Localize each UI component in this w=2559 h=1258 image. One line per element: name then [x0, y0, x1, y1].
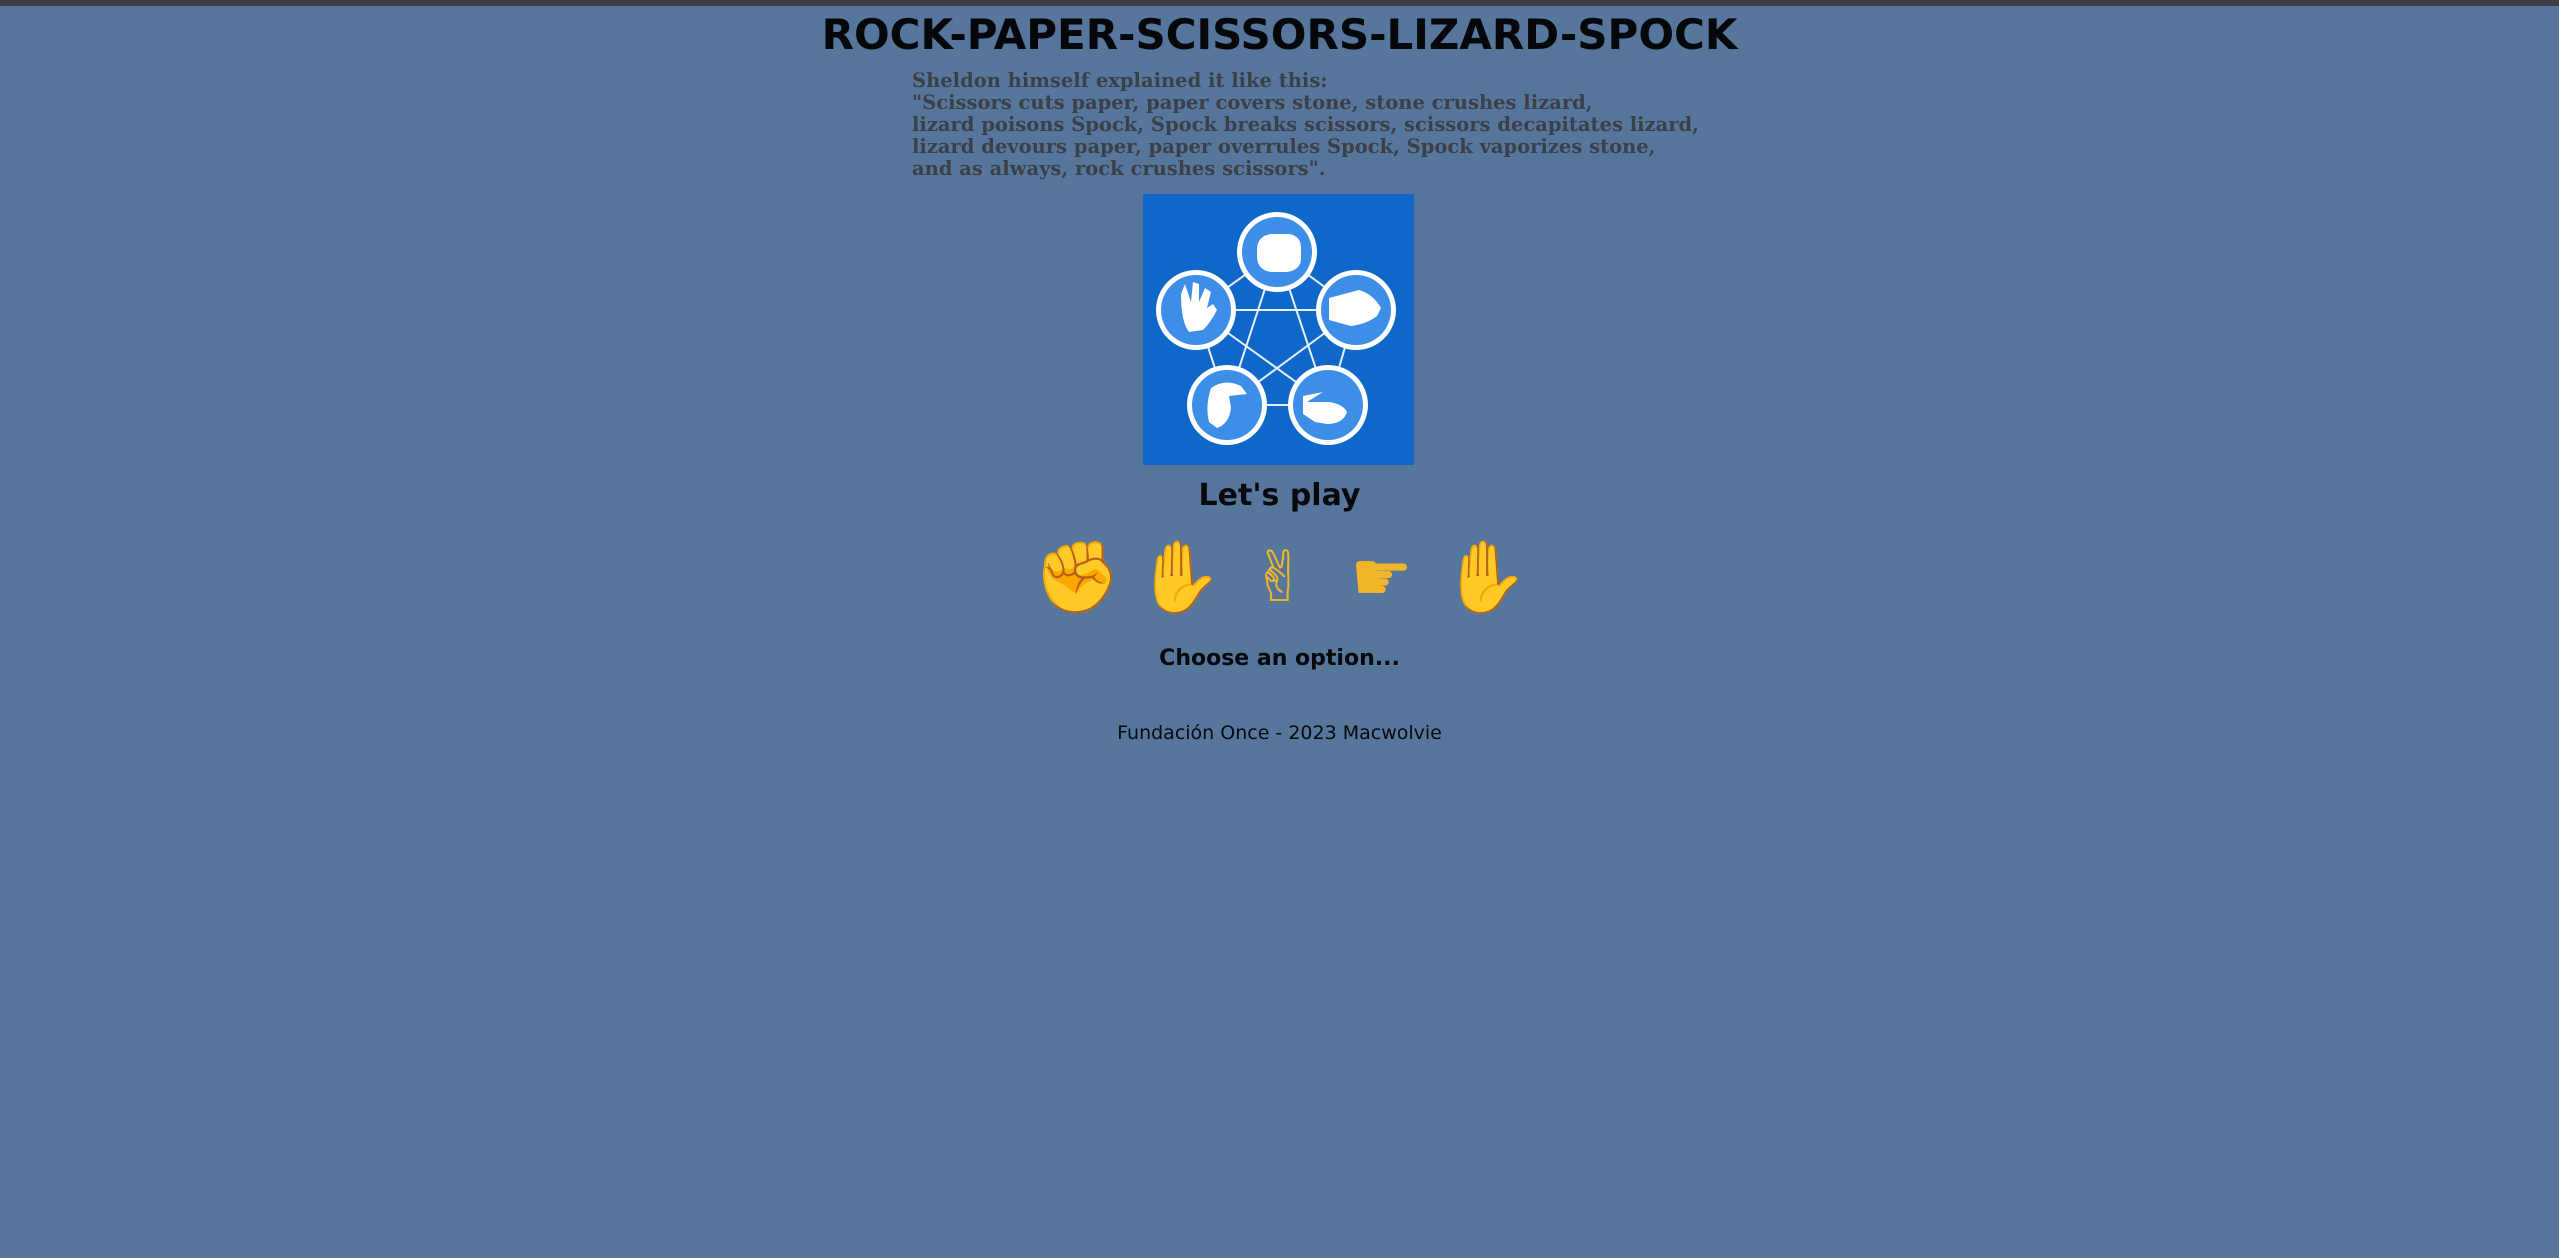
spock-button[interactable]: ✋ [1441, 534, 1529, 620]
game-status: Choose an option... [1159, 646, 1400, 671]
rock-icon: ✊ [1033, 536, 1121, 618]
spock-icon: ✋ [1441, 536, 1529, 618]
scissors-button[interactable]: ✌ [1238, 534, 1322, 620]
rock-hand-icon [1237, 212, 1317, 292]
quote-line: lizard devours paper, paper overrules Sp… [912, 135, 1656, 158]
lizard-hand-icon [1187, 365, 1267, 445]
lets-play-heading: Let's play [1198, 478, 1361, 513]
quote-line: Sheldon himself explained it like this: [912, 69, 1328, 92]
paper-button[interactable]: ✋ [1135, 534, 1223, 620]
rpsls-diagram-image [1143, 194, 1414, 465]
scissors-icon: ✌ [1250, 536, 1309, 618]
sheldon-quote: Sheldon himself explained it like this: … [912, 69, 1699, 180]
quote-line: and as always, rock crushes scissors". [912, 157, 1326, 180]
quote-line: lizard poisons Spock, Spock breaks sciss… [912, 113, 1699, 136]
lizard-button[interactable]: ☛ [1340, 534, 1424, 620]
rock-button[interactable]: ✊ [1033, 534, 1121, 620]
quote-line: "Scissors cuts paper, paper covers stone… [912, 91, 1593, 114]
paper-icon: ✋ [1135, 536, 1223, 618]
top-bar [0, 0, 2559, 6]
lizard-icon: ☛ [1350, 536, 1413, 618]
page-title: ROCK-PAPER-SCISSORS-LIZARD-SPOCK [821, 10, 1738, 59]
scissors-hand-icon [1288, 365, 1368, 445]
footer-credit: Fundación Once - 2023 Macwolvie [1117, 722, 1442, 744]
spock-hand-icon [1156, 270, 1236, 350]
options-row: ✊ ✋ ✌ ☛ ✋ [0, 534, 2559, 620]
paper-hand-icon [1316, 270, 1396, 350]
